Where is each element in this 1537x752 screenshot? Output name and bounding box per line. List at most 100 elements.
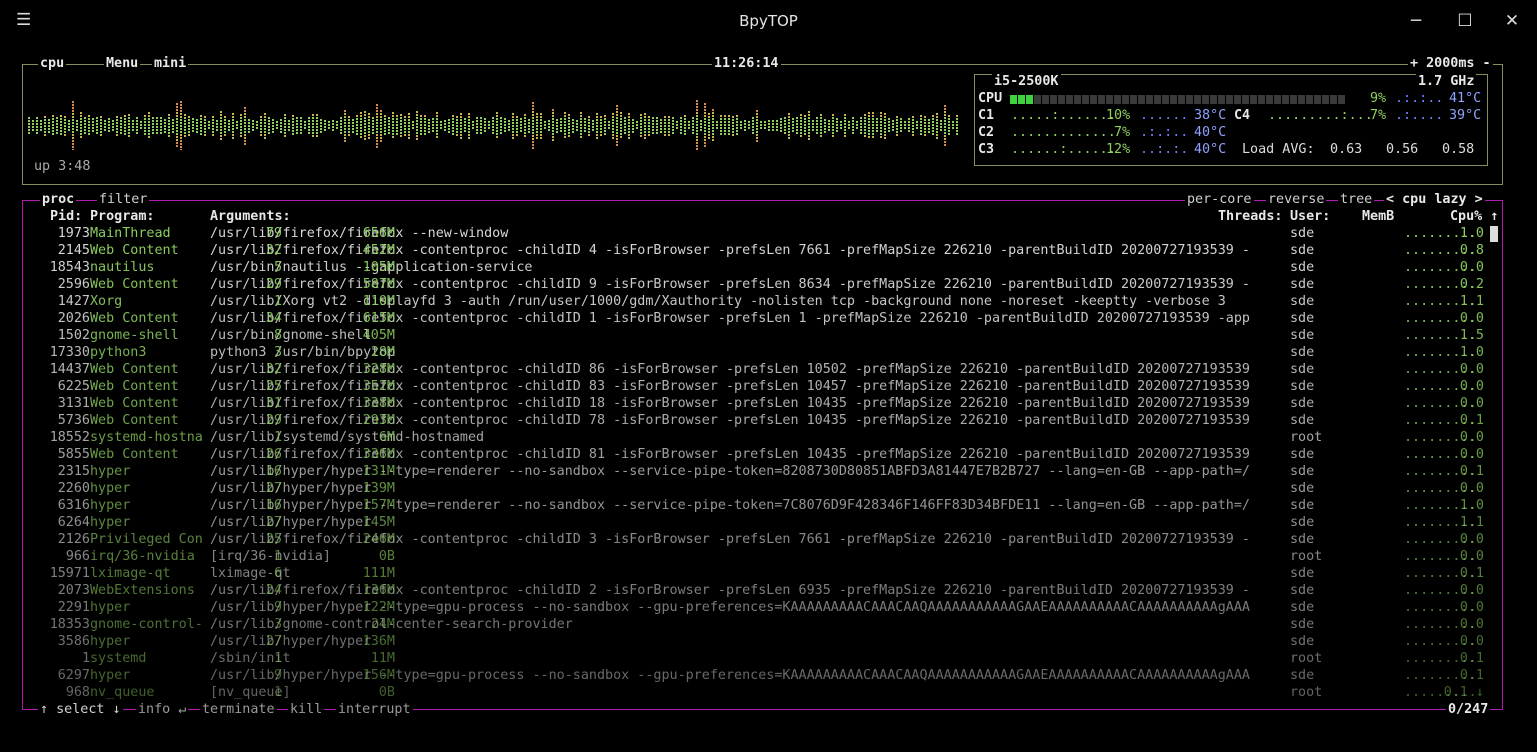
graph-dot — [484, 124, 486, 126]
table-row[interactable]: 18552 systemd-hostna/usr/lib/systemd/syst… — [0, 429, 1537, 446]
cpu-total-label: CPU — [978, 91, 1003, 106]
graph-dot — [276, 121, 278, 123]
header-pid[interactable]: Pid: — [50, 208, 82, 225]
graph-dot — [720, 118, 722, 120]
graph-dot — [356, 118, 358, 120]
graph-dot — [616, 141, 618, 143]
table-row[interactable]: 5736 Web Content/usr/lib/firefox/firefox … — [0, 412, 1537, 429]
table-row[interactable]: 2126 Privileged Con/usr/lib/firefox/firef… — [0, 531, 1537, 548]
graph-dot — [340, 132, 342, 134]
header-user[interactable]: User: — [1290, 208, 1330, 225]
graph-dot — [52, 121, 54, 123]
sort-selector[interactable]: < cpu lazy > — [1384, 191, 1485, 208]
graph-dot — [612, 131, 614, 133]
graph-dot — [944, 123, 946, 125]
graph-dot — [784, 117, 786, 119]
graph-dot — [48, 131, 50, 133]
table-row[interactable]: 2073 WebExtensions/usr/lib/firefox/firefo… — [0, 582, 1537, 599]
minimize-icon[interactable]: ─ — [1404, 10, 1428, 32]
table-row[interactable]: 6225 Web Content/usr/lib/firefox/firefox … — [0, 378, 1537, 395]
close-icon[interactable]: ✕ — [1500, 10, 1524, 32]
table-row[interactable]: 6264 hyper/usr/lib/hyper/hyper 27 sde 145M 1.… — [0, 514, 1537, 531]
graph-dot — [680, 117, 682, 119]
scrollbar-thumb[interactable] — [1490, 226, 1498, 242]
graph-dot — [396, 130, 398, 132]
graph-dot — [744, 120, 746, 122]
arguments-cell: /usr/lib/hyper/hyper — [210, 634, 372, 649]
interrupt-button[interactable]: interrupt — [336, 701, 413, 718]
table-row[interactable]: 6297 hyper/usr/lib/hyper/hyper --type=gpu… — [0, 667, 1537, 684]
graph-dot — [216, 126, 218, 128]
core-c3-percent: 12% — [1106, 142, 1131, 157]
maximize-icon[interactable]: ☐ — [1453, 10, 1477, 32]
graph-dot — [820, 132, 822, 134]
graph-dot — [668, 119, 670, 121]
graph-dot — [348, 134, 350, 136]
graph-dot — [176, 112, 178, 114]
header-program[interactable]: Program: — [90, 208, 155, 225]
tab-proc[interactable]: proc — [40, 191, 77, 208]
graph-dot — [840, 121, 842, 123]
header-arguments[interactable]: Arguments: — [210, 208, 291, 225]
graph-dot — [852, 126, 854, 128]
toggle-tree[interactable]: tree — [1338, 191, 1375, 208]
graph-dot — [388, 132, 390, 134]
program-cell: hyper — [90, 515, 131, 530]
graph-dot — [588, 119, 590, 121]
graph-dot — [864, 120, 866, 122]
toggle-reverse[interactable]: reverse — [1266, 191, 1327, 208]
graph-dot — [224, 122, 226, 124]
table-row[interactable]: 966 irq/36-nvidia [irq/36-nvidia] 1 root 0B 0.… — [0, 548, 1537, 565]
graph-dot — [92, 130, 94, 132]
header-mem[interactable]: MemB — [1362, 208, 1394, 225]
table-row[interactable]: 2260 hyper/usr/lib/hyper/hyper 27 sde 139M 0.… — [0, 480, 1537, 497]
graph-dot — [232, 128, 234, 130]
table-row[interactable]: 2596 Web Content/usr/lib/firefox/firefox … — [0, 276, 1537, 293]
table-row[interactable]: 1502 gnome-shell/usr/bin/gnome-shell 8 sde 4… — [0, 327, 1537, 344]
table-row[interactable]: 14437 Web Content/usr/lib/firefox/firefox… — [0, 361, 1537, 378]
table-row[interactable]: 2145 Web Content/usr/lib/firefox/firefox … — [0, 242, 1537, 259]
table-row[interactable]: 968 nv_queue [nv_queue] 1 root 0B 0.1 ↓.......… — [0, 684, 1537, 701]
tab-filter[interactable]: filter — [97, 191, 150, 208]
tab-mini[interactable]: mini — [152, 55, 189, 72]
select-button[interactable]: ↑ select ↓ — [38, 701, 123, 718]
meter-segment — [1306, 95, 1313, 104]
table-row[interactable]: 6316 hyper/usr/lib/hyper/hyper --type=ren… — [0, 497, 1537, 514]
graph-dot — [796, 123, 798, 125]
table-row[interactable]: 2291 hyper/usr/lib/hyper/hyper --type=gpu… — [0, 599, 1537, 616]
graph-dot — [72, 104, 74, 106]
table-row[interactable]: 2315 hyper/usr/lib/hyper/hyper --type=ren… — [0, 463, 1537, 480]
graph-dot — [660, 122, 662, 124]
update-interval[interactable]: + 2000ms - — [1408, 55, 1493, 72]
table-row[interactable]: 1427 Xorg/usr/lib/Xorg vt2 -displayfd 3 -… — [0, 293, 1537, 310]
table-row[interactable]: 1973 MainThread/usr/lib/firefox/firefox -… — [0, 225, 1537, 242]
header-threads[interactable]: Threads: — [1218, 208, 1283, 225]
table-row[interactable]: 2026 Web Content/usr/lib/firefox/firefox … — [0, 310, 1537, 327]
table-row[interactable]: 18543 nautilus/usr/bin/nautilus --gapplic… — [0, 259, 1537, 276]
table-row[interactable]: 1 systemd/sbin/init 1 root 11M 0.1......... — [0, 650, 1537, 667]
graph-dot — [948, 127, 950, 129]
table-row[interactable]: 18353 gnome-control-/usr/lib/gnome-contro… — [0, 616, 1537, 633]
kill-button[interactable]: kill — [288, 701, 325, 718]
table-row[interactable]: 17330 python3 python3 /usr/bin/bpytop 3 sde 2… — [0, 344, 1537, 361]
graph-dot — [408, 113, 410, 115]
graph-dot — [56, 117, 58, 119]
table-row[interactable]: 3586 hyper/usr/lib/hyper/hyper 27 sde 136M 0.… — [0, 633, 1537, 650]
graph-dot — [776, 129, 778, 131]
graph-dot — [804, 127, 806, 129]
toggle-per-core[interactable]: per-core — [1185, 191, 1254, 208]
graph-dot — [176, 130, 178, 132]
graph-dot — [280, 122, 282, 124]
threads-cell: 3 — [273, 345, 282, 360]
threads-cell: 27 — [265, 481, 282, 496]
table-row[interactable]: 15971 lximage-qt lximage-qt 6 sde 111M 0.1....… — [0, 565, 1537, 582]
graph-dot — [148, 115, 150, 117]
tab-menu[interactable]: Menu — [104, 55, 141, 72]
table-row[interactable]: 5855 Web Content/usr/lib/firefox/firefox … — [0, 446, 1537, 463]
header-cpu[interactable]: Cpu% ↑ — [1450, 208, 1498, 225]
terminate-button[interactable]: terminate — [200, 701, 277, 718]
info-button[interactable]: info ↵ — [136, 701, 189, 718]
tab-cpu[interactable]: cpu — [38, 55, 67, 72]
table-row[interactable]: 3131 Web Content/usr/lib/firefox/firefox … — [0, 395, 1537, 412]
graph-dot — [176, 142, 178, 144]
